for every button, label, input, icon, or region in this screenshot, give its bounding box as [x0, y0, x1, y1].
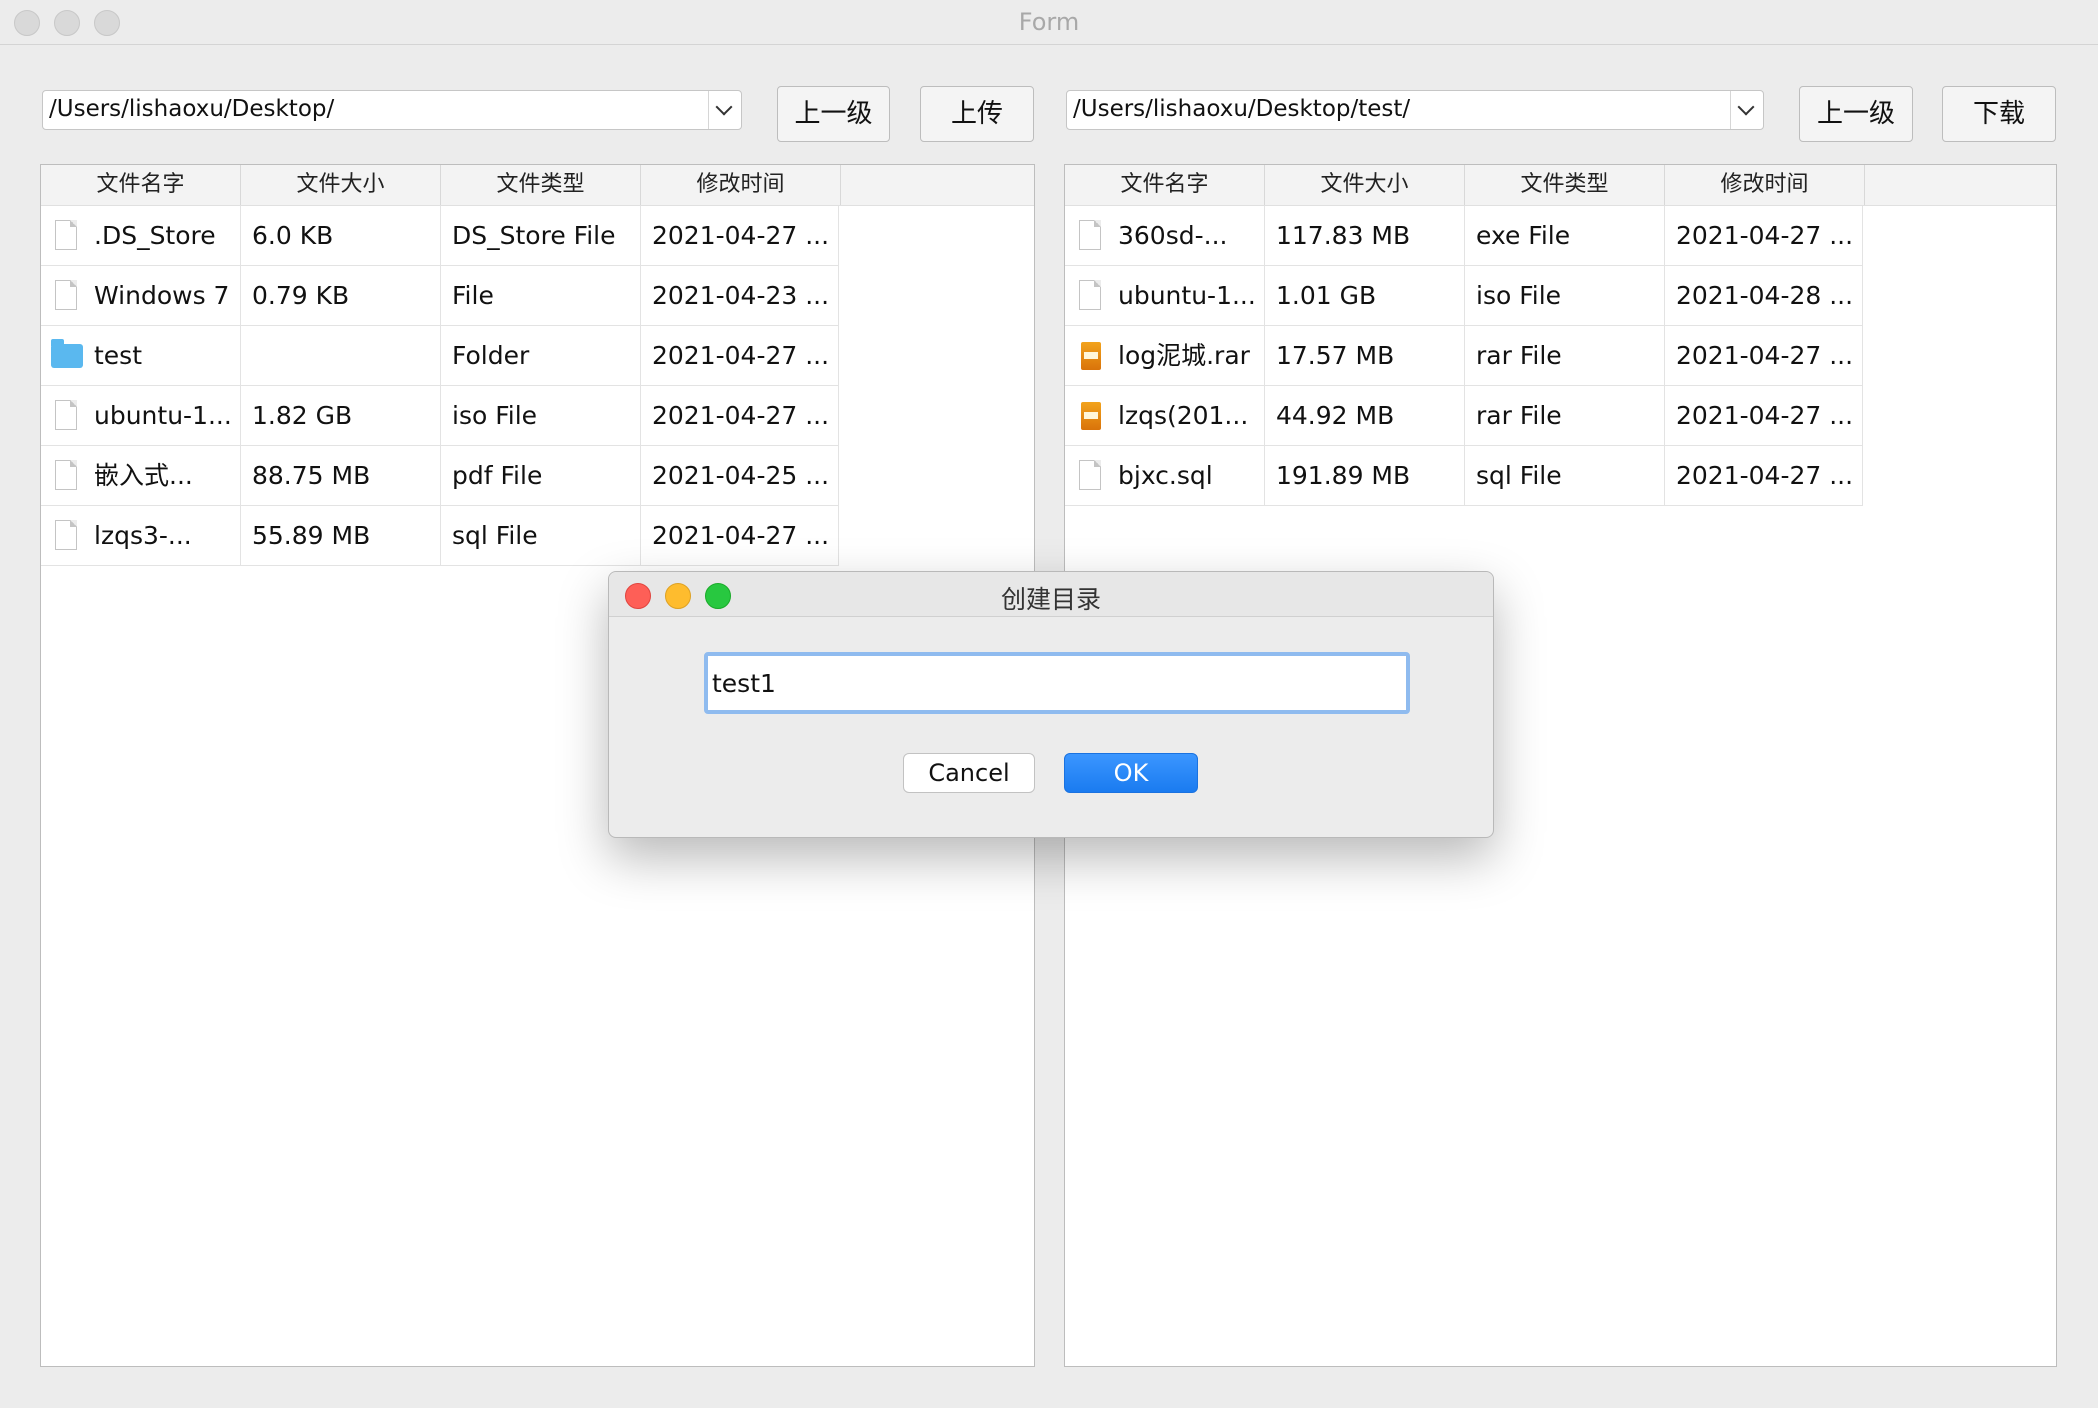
document-icon — [1079, 280, 1101, 310]
create-directory-dialog: 创建目录 Cancel OK — [608, 571, 1494, 838]
table-row[interactable]: Windows 7 0.79 KB File 2021-04-23 ... — [41, 266, 839, 326]
table-header: 文件名字 文件大小 文件类型 修改时间 — [41, 165, 1034, 206]
local-path-value: /Users/lishaoxu/Desktop/ — [49, 96, 335, 122]
column-header-type[interactable]: 文件类型 — [441, 165, 641, 205]
upload-button[interactable]: 上传 — [920, 86, 1034, 142]
file-mtime: 2021-04-27 ... — [1665, 446, 1863, 505]
table-row[interactable]: test Folder 2021-04-27 ... — [41, 326, 839, 386]
column-header-mtime[interactable]: 修改时间 — [1665, 165, 1865, 205]
file-size: 191.89 MB — [1265, 446, 1465, 505]
table-row[interactable]: 360sd-... 117.83 MB exe File 2021-04-27 … — [1065, 206, 1863, 266]
file-size: 6.0 KB — [241, 206, 441, 265]
file-name: ubuntu-1... — [94, 401, 232, 430]
local-up-button[interactable]: 上一级 — [777, 86, 890, 142]
file-size: 1.01 GB — [1265, 266, 1465, 325]
file-size — [241, 326, 441, 385]
table-row[interactable]: lzqs3-... 55.89 MB sql File 2021-04-27 .… — [41, 506, 839, 566]
ok-button[interactable]: OK — [1064, 753, 1198, 793]
document-icon — [1079, 220, 1101, 250]
table-header: 文件名字 文件大小 文件类型 修改时间 — [1065, 165, 2056, 206]
file-mtime: 2021-04-27 ... — [641, 206, 839, 265]
file-name: .DS_Store — [94, 221, 216, 250]
document-icon — [55, 520, 77, 550]
remote-up-button[interactable]: 上一级 — [1799, 86, 1913, 142]
file-name: lzqs(201... — [1118, 401, 1249, 430]
chevron-down-icon[interactable] — [708, 91, 741, 129]
file-mtime: 2021-04-27 ... — [1665, 386, 1863, 445]
directory-name-input[interactable] — [704, 652, 1410, 714]
file-type: rar File — [1465, 326, 1665, 385]
column-header-size[interactable]: 文件大小 — [241, 165, 441, 205]
remote-path-value: /Users/lishaoxu/Desktop/test/ — [1073, 96, 1411, 122]
file-type: Folder — [441, 326, 641, 385]
file-size: 44.92 MB — [1265, 386, 1465, 445]
file-size: 88.75 MB — [241, 446, 441, 505]
file-size: 17.57 MB — [1265, 326, 1465, 385]
table-row[interactable]: bjxc.sql 191.89 MB sql File 2021-04-27 .… — [1065, 446, 1863, 506]
file-type: iso File — [1465, 266, 1665, 325]
archive-icon — [1081, 342, 1101, 370]
file-name: 嵌入式... — [94, 461, 193, 490]
file-name: bjxc.sql — [1118, 461, 1213, 490]
dialog-title: 创建目录 — [1000, 585, 1101, 614]
table-row[interactable]: 嵌入式... 88.75 MB pdf File 2021-04-25 ... — [41, 446, 839, 506]
file-size: 55.89 MB — [241, 506, 441, 565]
archive-icon — [1081, 402, 1101, 430]
file-name: 360sd-... — [1118, 221, 1228, 250]
file-mtime: 2021-04-27 ... — [641, 506, 839, 565]
file-type: rar File — [1465, 386, 1665, 445]
file-name: ubuntu-1... — [1118, 281, 1256, 310]
file-size: 0.79 KB — [241, 266, 441, 325]
column-header-name[interactable]: 文件名字 — [1065, 165, 1265, 205]
download-button[interactable]: 下载 — [1942, 86, 2056, 142]
remote-path-combo[interactable]: /Users/lishaoxu/Desktop/test/ — [1066, 90, 1764, 130]
file-size: 117.83 MB — [1265, 206, 1465, 265]
column-header-mtime[interactable]: 修改时间 — [641, 165, 841, 205]
column-header-size[interactable]: 文件大小 — [1265, 165, 1465, 205]
file-mtime: 2021-04-27 ... — [641, 386, 839, 445]
file-name: log泥城.rar — [1118, 341, 1250, 370]
file-type: iso File — [441, 386, 641, 445]
table-row[interactable]: log泥城.rar 17.57 MB rar File 2021-04-27 .… — [1065, 326, 1863, 386]
document-icon — [55, 220, 77, 250]
file-type: sql File — [441, 506, 641, 565]
file-mtime: 2021-04-27 ... — [1665, 206, 1863, 265]
cancel-button[interactable]: Cancel — [903, 753, 1035, 793]
file-type: DS_Store File — [441, 206, 641, 265]
column-header-type[interactable]: 文件类型 — [1465, 165, 1665, 205]
file-mtime: 2021-04-27 ... — [641, 326, 839, 385]
table-row[interactable]: lzqs(201... 44.92 MB rar File 2021-04-27… — [1065, 386, 1863, 446]
window-title: Form — [1018, 8, 1080, 36]
file-type: exe File — [1465, 206, 1665, 265]
document-icon — [55, 460, 77, 490]
document-icon — [1079, 460, 1101, 490]
table-row[interactable]: ubuntu-1... 1.01 GB iso File 2021-04-28 … — [1065, 266, 1863, 326]
file-mtime: 2021-04-28 ... — [1665, 266, 1863, 325]
file-size: 1.82 GB — [241, 386, 441, 445]
table-row[interactable]: .DS_Store 6.0 KB DS_Store File 2021-04-2… — [41, 206, 839, 266]
document-icon — [55, 280, 77, 310]
table-row[interactable]: ubuntu-1... 1.82 GB iso File 2021-04-27 … — [41, 386, 839, 446]
file-type: sql File — [1465, 446, 1665, 505]
file-type: File — [441, 266, 641, 325]
file-mtime: 2021-04-25 ... — [641, 446, 839, 505]
folder-icon — [51, 339, 83, 368]
column-header-name[interactable]: 文件名字 — [41, 165, 241, 205]
file-name: lzqs3-... — [94, 521, 192, 550]
chevron-down-icon[interactable] — [1730, 91, 1763, 129]
document-icon — [55, 400, 77, 430]
file-mtime: 2021-04-27 ... — [1665, 326, 1863, 385]
file-name: test — [94, 341, 143, 370]
file-type: pdf File — [441, 446, 641, 505]
file-mtime: 2021-04-23 ... — [641, 266, 839, 325]
file-name: Windows 7 — [94, 281, 230, 310]
local-path-combo[interactable]: /Users/lishaoxu/Desktop/ — [42, 90, 742, 130]
